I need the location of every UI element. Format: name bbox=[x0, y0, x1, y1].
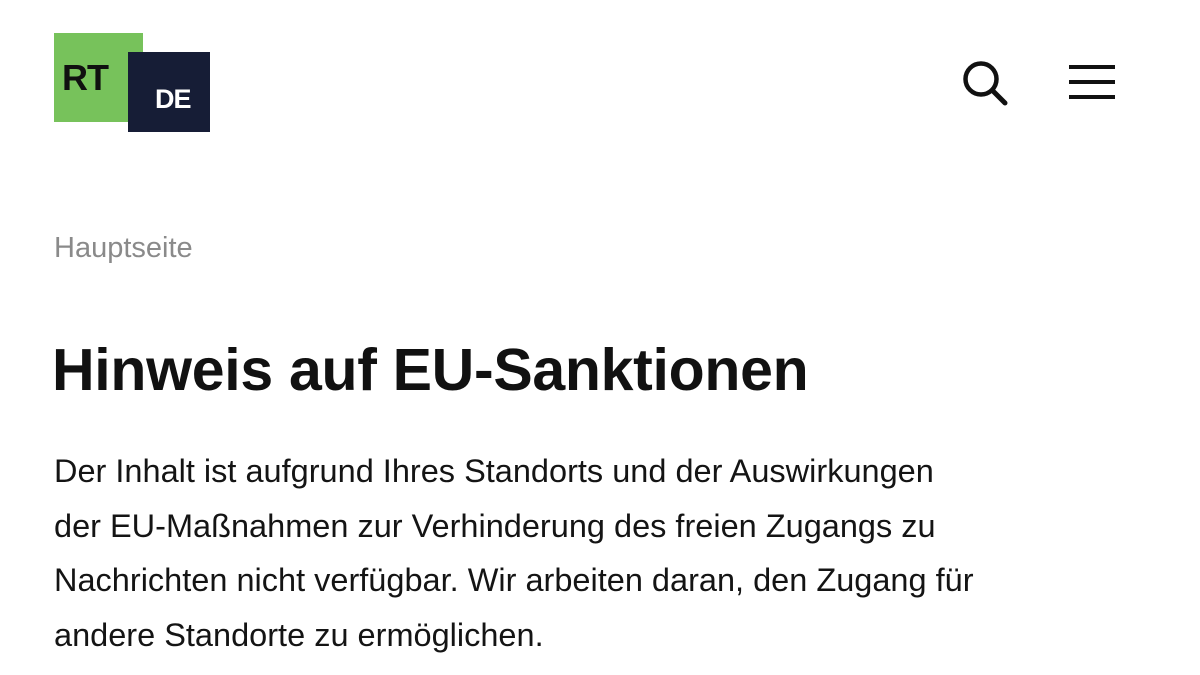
site-header: RT DE bbox=[0, 0, 1200, 150]
page-title: Hinweis auf EU-Sanktionen bbox=[52, 337, 809, 403]
search-button[interactable] bbox=[953, 52, 1013, 112]
logo-rt-text: RT bbox=[62, 57, 109, 98]
hamburger-menu-icon bbox=[1069, 65, 1115, 99]
menu-button[interactable] bbox=[1062, 52, 1122, 112]
logo-de-text: DE bbox=[155, 84, 192, 114]
sanctions-notice-text: Der Inhalt ist aufgrund Ihres Standorts … bbox=[54, 444, 1164, 662]
rt-de-logo[interactable]: RT DE bbox=[54, 33, 210, 132]
notice-line: Der Inhalt ist aufgrund Ihres Standorts … bbox=[54, 453, 934, 489]
notice-line: der EU-Maßnahmen zur Verhinderung des fr… bbox=[54, 507, 936, 544]
notice-line: andere Standorte zu ermöglichen. bbox=[54, 616, 544, 653]
breadcrumb-home-link[interactable]: Hauptseite bbox=[54, 230, 193, 266]
notice-line: Nachrichten nicht verfügbar. Wir arbeite… bbox=[54, 562, 974, 598]
search-icon bbox=[963, 61, 1008, 106]
